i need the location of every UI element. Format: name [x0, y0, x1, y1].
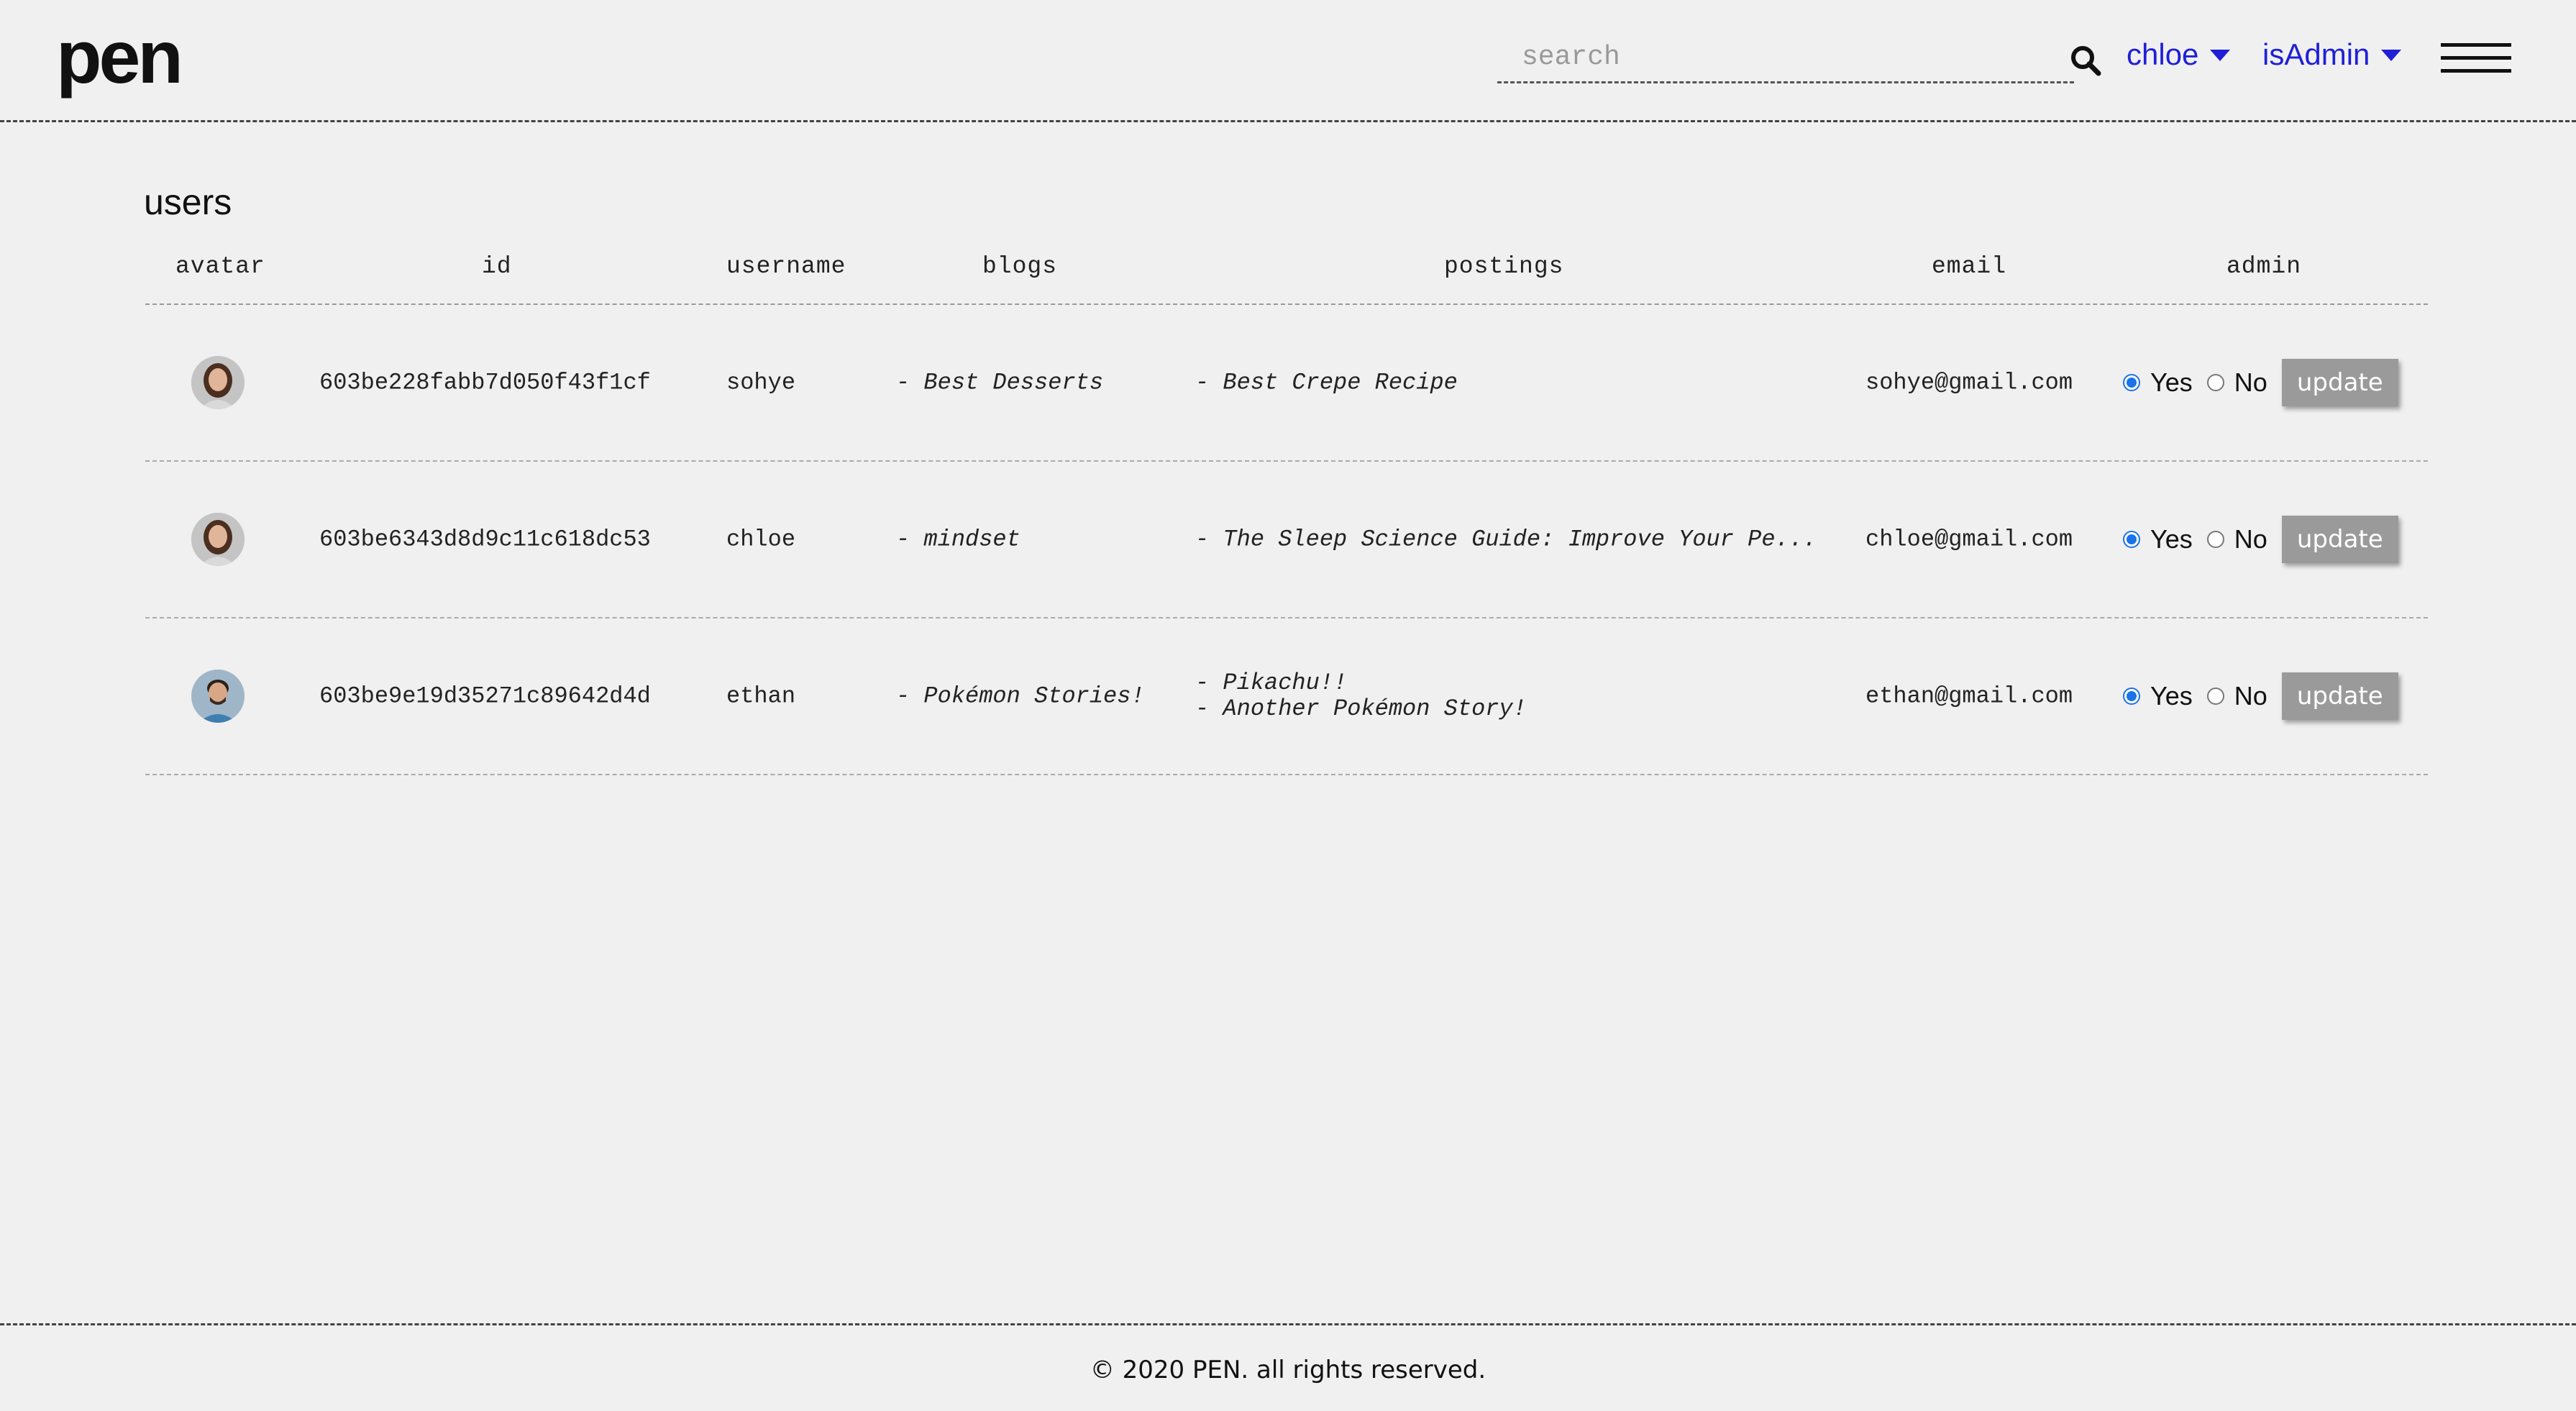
admin-yes-radio[interactable] — [2123, 688, 2140, 705]
man-avatar-icon — [191, 670, 245, 723]
admin-no-radio[interactable] — [2206, 531, 2224, 548]
update-button[interactable]: update — [2281, 672, 2398, 720]
woman-avatar-icon — [191, 513, 245, 566]
column-header-postings: postings — [1444, 253, 1564, 280]
logo[interactable]: pen — [56, 20, 183, 95]
user-id: 603be6343d8d9c11c618dc53 — [319, 526, 651, 553]
postings-list: - Pikachu!! - Another Pokémon Story! — [1195, 670, 1527, 722]
admin-no-label: No — [2234, 524, 2267, 554]
caret-down-icon — [2381, 50, 2402, 61]
admin-no-radio[interactable] — [2206, 688, 2224, 705]
admin-radio-group: Yes No update — [2123, 516, 2398, 563]
header: pen chloe isAdmin — [0, 0, 2576, 122]
table-row: 603be9e19d35271c89642d4d ethan - Pokémon… — [145, 618, 2428, 775]
role-menu-label: isAdmin — [2262, 37, 2370, 71]
caret-down-icon — [2210, 50, 2231, 61]
column-header-blogs: blogs — [982, 253, 1058, 280]
update-button[interactable]: update — [2281, 359, 2398, 406]
admin-radio-group: Yes No update — [2123, 359, 2398, 406]
admin-yes-label: Yes — [2150, 524, 2193, 554]
admin-yes-radio[interactable] — [2123, 531, 2140, 548]
admin-yes-label: Yes — [2150, 681, 2193, 711]
username: ethan — [726, 682, 796, 710]
username: chloe — [726, 526, 796, 553]
column-header-avatar: avatar — [175, 253, 265, 280]
posting-link[interactable]: - Pikachu!! — [1195, 670, 1527, 696]
username: sohye — [726, 369, 796, 396]
admin-yes-label: Yes — [2150, 367, 2193, 397]
search-bar — [1497, 33, 2074, 83]
user-menu-label: chloe — [2127, 37, 2199, 71]
footer: © 2020 PEN. all rights reserved. — [0, 1323, 2576, 1411]
user-menu-dropdown[interactable]: chloe — [2127, 37, 2231, 72]
user-email: ethan@gmail.com — [1865, 682, 2073, 710]
copyright-text: © 2020 PEN. all rights reserved. — [1090, 1356, 1486, 1384]
hamburger-menu-icon[interactable] — [2441, 43, 2511, 75]
posting-link[interactable]: - The Sleep Science Guide: Improve Your … — [1195, 526, 1817, 553]
column-header-email: email — [1932, 253, 2007, 280]
role-menu-dropdown[interactable]: isAdmin — [2262, 37, 2402, 72]
posting-link[interactable]: - Best Crepe Recipe — [1195, 370, 1458, 396]
column-header-id: id — [482, 253, 512, 280]
blog-link[interactable]: - Pokémon Stories! — [896, 683, 1145, 710]
page-title: users — [144, 182, 232, 222]
users-table: avatar id username blogs postings email … — [145, 245, 2428, 775]
admin-yes-radio[interactable] — [2123, 374, 2140, 391]
blog-link[interactable]: - mindset — [896, 526, 1020, 553]
table-header: avatar id username blogs postings email … — [145, 245, 2428, 305]
column-header-username: username — [726, 253, 846, 280]
search-icon[interactable] — [2068, 43, 2104, 79]
table-row: 603be228fabb7d050f43f1cf sohye - Best De… — [145, 305, 2428, 462]
admin-radio-group: Yes No update — [2123, 672, 2398, 720]
column-header-admin: admin — [2226, 253, 2302, 280]
posting-link[interactable]: - Another Pokémon Story! — [1195, 696, 1527, 722]
table-row: 603be6343d8d9c11c618dc53 chloe - mindset… — [145, 462, 2428, 618]
admin-no-label: No — [2234, 367, 2267, 397]
woman-avatar-icon — [191, 356, 245, 409]
search-input[interactable] — [1497, 33, 2074, 81]
user-email: sohye@gmail.com — [1865, 369, 2073, 396]
user-email: chloe@gmail.com — [1865, 526, 2073, 553]
admin-no-radio[interactable] — [2206, 374, 2224, 391]
update-button[interactable]: update — [2281, 516, 2398, 563]
user-id: 603be9e19d35271c89642d4d — [319, 682, 651, 710]
admin-no-label: No — [2234, 681, 2267, 711]
blog-link[interactable]: - Best Desserts — [896, 370, 1103, 396]
user-id: 603be228fabb7d050f43f1cf — [319, 369, 651, 396]
